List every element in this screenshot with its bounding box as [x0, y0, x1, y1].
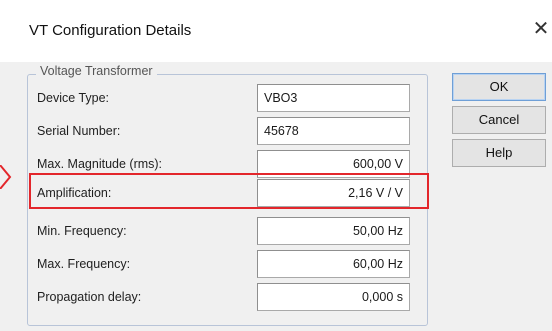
amplification-highlight-box	[29, 173, 429, 209]
group-title: Voltage Transformer	[36, 64, 157, 78]
red-pointer-icon	[0, 165, 12, 189]
cancel-button[interactable]: Cancel	[452, 106, 546, 134]
device-type-label: Device Type:	[37, 91, 110, 105]
close-icon[interactable]: ✕	[532, 18, 550, 40]
dialog-titlebar: VT Configuration Details ✕	[0, 0, 552, 62]
max-frequency-field[interactable]: 60,00 Hz	[257, 250, 410, 278]
serial-number-field[interactable]: 45678	[257, 117, 410, 145]
max-frequency-label: Max. Frequency:	[37, 257, 131, 271]
propagation-delay-label: Propagation delay:	[37, 290, 142, 304]
propagation-delay-field[interactable]: 0,000 s	[257, 283, 410, 311]
dialog-title: VT Configuration Details	[29, 22, 192, 39]
device-type-field[interactable]: VBO3	[257, 84, 410, 112]
serial-number-label: Serial Number:	[37, 124, 121, 138]
min-frequency-field[interactable]: 50,00 Hz	[257, 217, 410, 245]
ok-button[interactable]: OK	[452, 73, 546, 101]
max-magnitude-label: Max. Magnitude (rms):	[37, 157, 163, 171]
min-frequency-label: Min. Frequency:	[37, 224, 127, 238]
help-button[interactable]: Help	[452, 139, 546, 167]
